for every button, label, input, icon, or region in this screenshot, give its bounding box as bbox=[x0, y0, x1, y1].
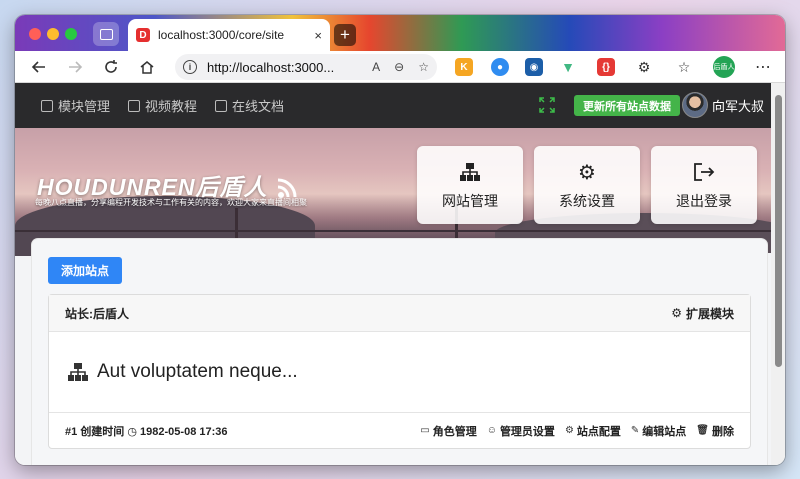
bridge-deck bbox=[15, 230, 771, 232]
refresh-icon[interactable] bbox=[99, 55, 123, 79]
brand-tagline: 每晚八点直播，分享编程开发技术与工作有关的内容，欢迎大家来直播间相聚 bbox=[35, 198, 307, 207]
page-viewport: 模块管理 视频教程 在线文档 更新所有站点数据 向军大叔 HOUDUNREN后盾… bbox=[15, 83, 785, 465]
user-name: 向军大叔 bbox=[712, 98, 765, 114]
gear-icon: ⚙ bbox=[671, 306, 682, 320]
forward-icon[interactable] bbox=[63, 55, 87, 79]
extensions-icon[interactable]: ⚙ bbox=[635, 58, 653, 76]
edit-icon: ✎ bbox=[630, 425, 640, 436]
site-card-header: 站长:后盾人 ⚙ 扩展模块 bbox=[49, 295, 750, 332]
clock-icon: ◷ bbox=[127, 425, 137, 438]
nav-modules[interactable]: 模块管理 bbox=[41, 96, 110, 115]
sitemap-icon bbox=[68, 363, 88, 381]
profile-avatar[interactable]: 后盾人 bbox=[713, 56, 735, 78]
hero-banner: HOUDUNREN后盾人 每晚八点直播，分享编程开发技术与工作有关的内容，欢迎大… bbox=[15, 128, 785, 256]
user-menu[interactable]: 向军大叔 bbox=[682, 92, 764, 118]
title-bar: D localhost:3000/core/site × + bbox=[15, 15, 785, 51]
extend-modules-label: 扩展模块 bbox=[685, 306, 734, 321]
edit-site-link[interactable]: ✎ 编辑站点 bbox=[631, 423, 686, 439]
address-url[interactable]: http://localhost:3000... bbox=[207, 60, 358, 75]
grid-icon bbox=[41, 99, 53, 112]
browser-tab[interactable]: D localhost:3000/core/site × bbox=[128, 19, 330, 51]
new-tab-button[interactable]: + bbox=[334, 24, 356, 46]
created-label: 创建时间 bbox=[80, 425, 125, 438]
delete-site-link[interactable]: 🗑 删除 bbox=[696, 423, 734, 439]
extend-modules-link[interactable]: ⚙ 扩展模块 bbox=[671, 305, 734, 322]
created-at: 1982-05-08 17:36 bbox=[140, 425, 228, 438]
logout-icon bbox=[693, 159, 715, 185]
site-card: 站长:后盾人 ⚙ 扩展模块 Aut voluptatem neque... #1… bbox=[48, 294, 751, 449]
more-menu-icon[interactable]: ⋯ bbox=[751, 55, 775, 79]
browser-window: D localhost:3000/core/site × + i http://… bbox=[15, 15, 785, 465]
site-favicon: D bbox=[136, 28, 150, 42]
extension-icon-2[interactable]: ● bbox=[491, 58, 509, 76]
tab-actions-icon[interactable] bbox=[93, 22, 119, 46]
quick-system-settings-label: 系统设置 bbox=[559, 193, 615, 209]
site-card-footer: #1 创建时间 ◷ 1982-05-08 17:36 ▭ 角色管理 ☺ 管理员设置 … bbox=[49, 413, 750, 448]
user-avatar bbox=[682, 92, 708, 118]
role-management-link[interactable]: ▭ 角色管理 bbox=[420, 423, 476, 439]
site-config-link[interactable]: ⚙ 站点配置 bbox=[565, 423, 621, 439]
delete-site-label: 删除 bbox=[712, 425, 734, 438]
address-bar[interactable]: i http://localhost:3000... A ⊖ ☆ bbox=[175, 54, 437, 80]
site-list-panel: 添加站点 站长:后盾人 ⚙ 扩展模块 Aut voluptatem neque.… bbox=[32, 239, 767, 465]
quick-site-management-label: 网站管理 bbox=[442, 193, 498, 209]
nav-videos[interactable]: 视频教程 bbox=[128, 96, 197, 115]
camera-extension-icon[interactable]: ◉ bbox=[525, 58, 543, 76]
maximize-window-button[interactable] bbox=[65, 28, 77, 40]
fullscreen-icon[interactable] bbox=[539, 97, 555, 113]
site-meta: #1 创建时间 ◷ 1982-05-08 17:36 bbox=[65, 423, 228, 439]
sitemap-icon bbox=[459, 159, 481, 185]
site-id: #1 bbox=[65, 425, 78, 438]
favorites-icon[interactable]: ☆ bbox=[675, 58, 693, 76]
tab-close-icon[interactable]: × bbox=[314, 28, 322, 43]
sync-all-sites-button[interactable]: 更新所有站点数据 bbox=[574, 95, 680, 116]
tab-title: localhost:3000/core/site bbox=[158, 28, 285, 42]
quick-logout-label: 退出登录 bbox=[676, 193, 732, 209]
vue-extension-icon[interactable]: ▼ bbox=[559, 58, 577, 76]
video-icon bbox=[128, 99, 141, 112]
quick-site-management[interactable]: 网站管理 bbox=[417, 146, 523, 224]
scrollbar-thumb[interactable] bbox=[775, 95, 782, 367]
quick-system-settings[interactable]: ⚙ 系统设置 bbox=[534, 146, 640, 224]
back-icon[interactable] bbox=[27, 55, 51, 79]
zoom-icon[interactable]: ⊖ bbox=[394, 60, 404, 74]
nav-docs-label: 在线文档 bbox=[232, 99, 285, 114]
admin-settings-link[interactable]: ☺ 管理员设置 bbox=[487, 423, 555, 439]
nav-modules-label: 模块管理 bbox=[58, 99, 111, 114]
role-icon: ▭ bbox=[420, 425, 430, 436]
site-config-label: 站点配置 bbox=[576, 425, 621, 438]
favorite-add-icon[interactable]: ☆ bbox=[418, 60, 429, 74]
page-scrollbar[interactable] bbox=[771, 83, 785, 465]
top-navbar: 模块管理 视频教程 在线文档 更新所有站点数据 向军大叔 bbox=[15, 83, 771, 128]
site-card-body: Aut voluptatem neque... bbox=[49, 332, 750, 413]
document-icon bbox=[215, 99, 228, 112]
minimize-window-button[interactable] bbox=[47, 28, 59, 40]
site-info-icon[interactable]: i bbox=[183, 60, 197, 74]
site-actions: ▭ 角色管理 ☺ 管理员设置 ⚙ 站点配置 ✎ 编辑站点 🗑 删除 bbox=[410, 423, 734, 439]
gear-icon: ⚙ bbox=[578, 161, 596, 184]
nav-docs[interactable]: 在线文档 bbox=[215, 96, 284, 115]
quick-logout[interactable]: 退出登录 bbox=[651, 146, 757, 224]
gear-icon: ⚙ bbox=[564, 425, 574, 436]
site-name[interactable]: Aut voluptatem neque... bbox=[97, 361, 298, 383]
site-owner: 站长:后盾人 bbox=[65, 306, 129, 321]
home-icon[interactable] bbox=[135, 55, 159, 79]
user-icon: ☺ bbox=[486, 425, 497, 436]
trash-icon: 🗑 bbox=[696, 425, 709, 436]
read-aloud-icon[interactable]: A bbox=[372, 60, 380, 74]
browser-toolbar: i http://localhost:3000... A ⊖ ☆ K ● ◉ ▼… bbox=[15, 51, 785, 83]
add-site-button[interactable]: 添加站点 bbox=[48, 257, 123, 284]
json-extension-icon[interactable]: {} bbox=[597, 58, 615, 76]
edit-site-label: 编辑站点 bbox=[642, 425, 687, 438]
extension-icon-1[interactable]: K bbox=[455, 58, 473, 76]
role-management-label: 角色管理 bbox=[432, 425, 477, 438]
admin-settings-label: 管理员设置 bbox=[499, 425, 555, 438]
close-window-button[interactable] bbox=[29, 28, 41, 40]
nav-videos-label: 视频教程 bbox=[145, 99, 198, 114]
